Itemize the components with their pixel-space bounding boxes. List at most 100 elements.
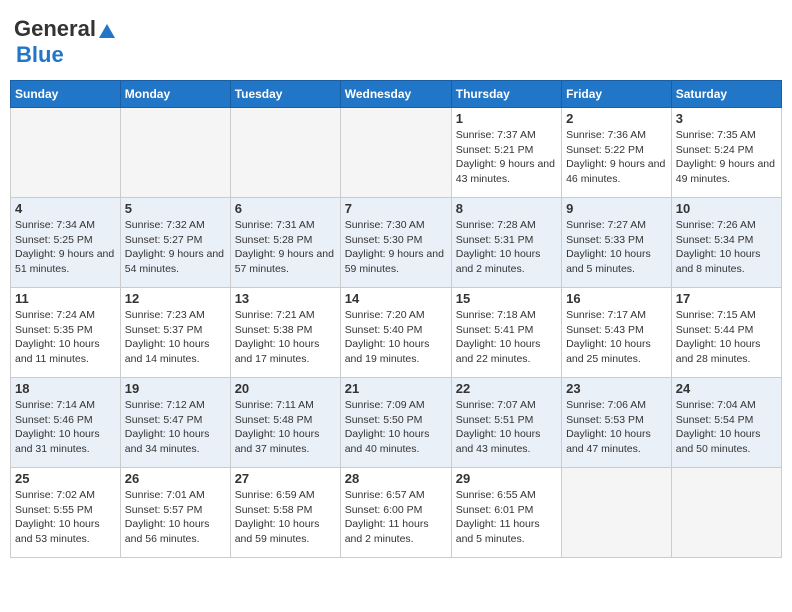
calendar-cell: [11, 108, 121, 198]
calendar-cell: [562, 468, 672, 558]
calendar-cell: 7 Sunrise: 7:30 AM Sunset: 5:30 PM Daylig…: [340, 198, 451, 288]
day-number: 10: [676, 201, 777, 216]
day-info: Sunrise: 7:20 AM Sunset: 5:40 PM Dayligh…: [345, 308, 447, 367]
day-info: Sunrise: 7:30 AM Sunset: 5:30 PM Dayligh…: [345, 218, 447, 277]
day-number: 15: [456, 291, 557, 306]
col-header-thursday: Thursday: [451, 81, 561, 108]
calendar-week-row: 25Sunrise: 7:02 AM Sunset: 5:55 PM Dayli…: [11, 468, 782, 558]
day-info: Sunrise: 7:04 AM Sunset: 5:54 PM Dayligh…: [676, 398, 777, 457]
calendar-cell: 14 Sunrise: 7:20 AM Sunset: 5:40 PM Dayli…: [340, 288, 451, 378]
day-number: 29: [456, 471, 557, 486]
calendar-cell: 18 Sunrise: 7:14 AM Sunset: 5:46 PM Dayli…: [11, 378, 121, 468]
day-info: Sunrise: 7:21 AM Sunset: 5:38 PM Dayligh…: [235, 308, 336, 367]
calendar-table: SundayMondayTuesdayWednesdayThursdayFrid…: [10, 80, 782, 558]
day-info: Sunrise: 7:31 AM Sunset: 5:28 PM Dayligh…: [235, 218, 336, 277]
day-number: 8: [456, 201, 557, 216]
calendar-cell: 8 Sunrise: 7:28 AM Sunset: 5:31 PM Daylig…: [451, 198, 561, 288]
day-number: 18: [15, 381, 116, 396]
day-number: 16: [566, 291, 667, 306]
day-info: Sunrise: 7:37 AM Sunset: 5:21 PM Dayligh…: [456, 128, 557, 187]
calendar-cell: [230, 108, 340, 198]
calendar-cell: 28Sunrise: 6:57 AM Sunset: 6:00 PM Dayli…: [340, 468, 451, 558]
calendar-cell: 12 Sunrise: 7:23 AM Sunset: 5:37 PM Dayli…: [120, 288, 230, 378]
calendar-cell: [340, 108, 451, 198]
calendar-cell: 5Sunrise: 7:32 AM Sunset: 5:27 PM Daylig…: [120, 198, 230, 288]
col-header-friday: Friday: [562, 81, 672, 108]
day-info: Sunrise: 6:59 AM Sunset: 5:58 PM Dayligh…: [235, 488, 336, 547]
calendar-cell: 15 Sunrise: 7:18 AM Sunset: 5:41 PM Dayli…: [451, 288, 561, 378]
day-info: Sunrise: 7:01 AM Sunset: 5:57 PM Dayligh…: [125, 488, 226, 547]
calendar-cell: 26 Sunrise: 7:01 AM Sunset: 5:57 PM Dayli…: [120, 468, 230, 558]
logo-blue: Blue: [16, 42, 64, 67]
day-info: Sunrise: 7:15 AM Sunset: 5:44 PM Dayligh…: [676, 308, 777, 367]
day-info: Sunrise: 7:27 AM Sunset: 5:33 PM Dayligh…: [566, 218, 667, 277]
calendar-cell: 1 Sunrise: 7:37 AM Sunset: 5:21 PM Daylig…: [451, 108, 561, 198]
calendar-cell: [120, 108, 230, 198]
calendar-cell: 17 Sunrise: 7:15 AM Sunset: 5:44 PM Dayli…: [671, 288, 781, 378]
day-info: Sunrise: 7:23 AM Sunset: 5:37 PM Dayligh…: [125, 308, 226, 367]
calendar-cell: 13 Sunrise: 7:21 AM Sunset: 5:38 PM Dayli…: [230, 288, 340, 378]
calendar-cell: 2Sunrise: 7:36 AM Sunset: 5:22 PM Daylig…: [562, 108, 672, 198]
day-info: Sunrise: 6:57 AM Sunset: 6:00 PM Dayligh…: [345, 488, 447, 547]
day-number: 9: [566, 201, 667, 216]
calendar-cell: 4 Sunrise: 7:34 AM Sunset: 5:25 PM Daylig…: [11, 198, 121, 288]
logo-general: General: [14, 16, 96, 41]
calendar-cell: 24Sunrise: 7:04 AM Sunset: 5:54 PM Dayli…: [671, 378, 781, 468]
page-header: General Blue: [10, 10, 782, 74]
day-info: Sunrise: 7:32 AM Sunset: 5:27 PM Dayligh…: [125, 218, 226, 277]
day-number: 2: [566, 111, 667, 126]
day-info: Sunrise: 7:28 AM Sunset: 5:31 PM Dayligh…: [456, 218, 557, 277]
day-number: 11: [15, 291, 116, 306]
calendar-week-row: 4 Sunrise: 7:34 AM Sunset: 5:25 PM Daylig…: [11, 198, 782, 288]
col-header-monday: Monday: [120, 81, 230, 108]
day-info: Sunrise: 7:18 AM Sunset: 5:41 PM Dayligh…: [456, 308, 557, 367]
day-number: 1: [456, 111, 557, 126]
day-number: 20: [235, 381, 336, 396]
day-info: Sunrise: 7:07 AM Sunset: 5:51 PM Dayligh…: [456, 398, 557, 457]
day-number: 13: [235, 291, 336, 306]
calendar-cell: 19Sunrise: 7:12 AM Sunset: 5:47 PM Dayli…: [120, 378, 230, 468]
logo-icon: [97, 22, 117, 42]
day-number: 23: [566, 381, 667, 396]
day-info: Sunrise: 7:09 AM Sunset: 5:50 PM Dayligh…: [345, 398, 447, 457]
calendar-cell: 9 Sunrise: 7:27 AM Sunset: 5:33 PM Daylig…: [562, 198, 672, 288]
day-number: 7: [345, 201, 447, 216]
day-info: Sunrise: 7:34 AM Sunset: 5:25 PM Dayligh…: [15, 218, 116, 277]
calendar-cell: 11 Sunrise: 7:24 AM Sunset: 5:35 PM Dayli…: [11, 288, 121, 378]
day-number: 14: [345, 291, 447, 306]
day-number: 21: [345, 381, 447, 396]
calendar-cell: 22 Sunrise: 7:07 AM Sunset: 5:51 PM Dayli…: [451, 378, 561, 468]
calendar-week-row: 18 Sunrise: 7:14 AM Sunset: 5:46 PM Dayli…: [11, 378, 782, 468]
calendar-week-row: 1 Sunrise: 7:37 AM Sunset: 5:21 PM Daylig…: [11, 108, 782, 198]
day-number: 17: [676, 291, 777, 306]
calendar-cell: 16Sunrise: 7:17 AM Sunset: 5:43 PM Dayli…: [562, 288, 672, 378]
day-info: Sunrise: 6:55 AM Sunset: 6:01 PM Dayligh…: [456, 488, 557, 547]
day-info: Sunrise: 7:11 AM Sunset: 5:48 PM Dayligh…: [235, 398, 336, 457]
day-info: Sunrise: 7:26 AM Sunset: 5:34 PM Dayligh…: [676, 218, 777, 277]
calendar-cell: 27 Sunrise: 6:59 AM Sunset: 5:58 PM Dayli…: [230, 468, 340, 558]
day-number: 26: [125, 471, 226, 486]
calendar-cell: 29 Sunrise: 6:55 AM Sunset: 6:01 PM Dayli…: [451, 468, 561, 558]
day-info: Sunrise: 7:24 AM Sunset: 5:35 PM Dayligh…: [15, 308, 116, 367]
logo: General Blue: [14, 16, 118, 68]
calendar-cell: 10 Sunrise: 7:26 AM Sunset: 5:34 PM Dayli…: [671, 198, 781, 288]
day-number: 22: [456, 381, 557, 396]
day-number: 4: [15, 201, 116, 216]
calendar-header-row: SundayMondayTuesdayWednesdayThursdayFrid…: [11, 81, 782, 108]
day-number: 3: [676, 111, 777, 126]
calendar-cell: 21 Sunrise: 7:09 AM Sunset: 5:50 PM Dayli…: [340, 378, 451, 468]
col-header-tuesday: Tuesday: [230, 81, 340, 108]
day-info: Sunrise: 7:14 AM Sunset: 5:46 PM Dayligh…: [15, 398, 116, 457]
day-number: 27: [235, 471, 336, 486]
calendar-cell: 23 Sunrise: 7:06 AM Sunset: 5:53 PM Dayli…: [562, 378, 672, 468]
calendar-cell: [671, 468, 781, 558]
day-info: Sunrise: 7:06 AM Sunset: 5:53 PM Dayligh…: [566, 398, 667, 457]
col-header-wednesday: Wednesday: [340, 81, 451, 108]
day-number: 12: [125, 291, 226, 306]
calendar-cell: 3 Sunrise: 7:35 AM Sunset: 5:24 PM Daylig…: [671, 108, 781, 198]
calendar-cell: 25Sunrise: 7:02 AM Sunset: 5:55 PM Dayli…: [11, 468, 121, 558]
col-header-sunday: Sunday: [11, 81, 121, 108]
col-header-saturday: Saturday: [671, 81, 781, 108]
day-number: 6: [235, 201, 336, 216]
day-info: Sunrise: 7:35 AM Sunset: 5:24 PM Dayligh…: [676, 128, 777, 187]
